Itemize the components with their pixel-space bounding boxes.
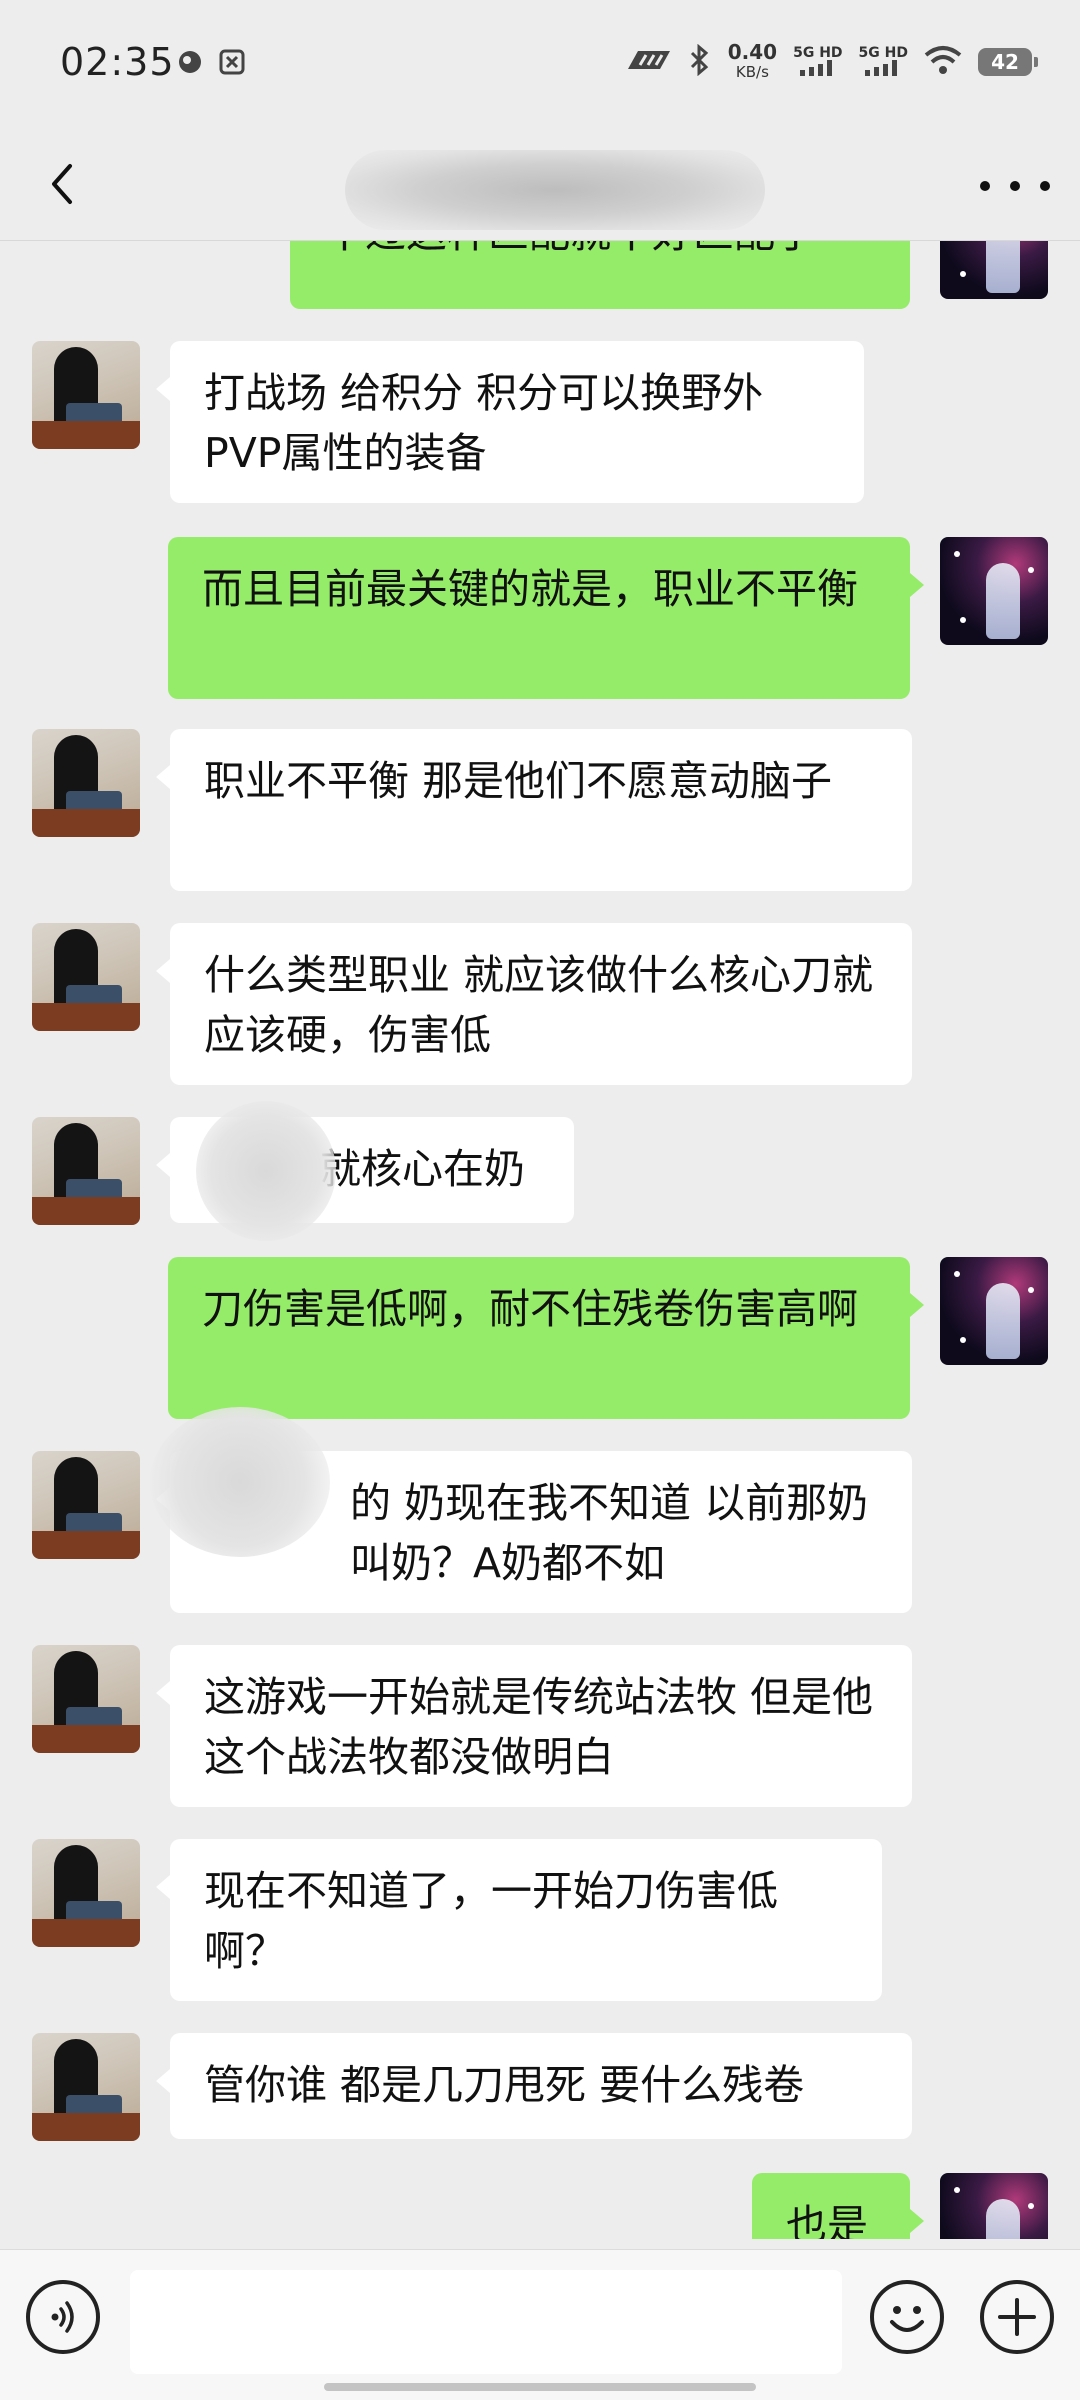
contact-avatar[interactable] [32,341,140,449]
more-dot [1010,181,1020,191]
contact-avatar[interactable] [32,729,140,837]
received-bubble[interactable]: 职业不平衡 那是他们不愿意动脑子 [156,729,912,891]
sent-bubble[interactable]: 不过这种匹配就不好匹配了 [290,241,910,309]
more-button[interactable] [980,158,1050,214]
received-bubble[interactable]: 这游戏一开始就是传统站法牧 但是他这个战法牧都没做明白 [156,1645,912,1807]
contact-avatar[interactable] [32,1451,140,1559]
signal-sim1: 5G HD [793,46,843,79]
redaction-blur [150,1407,330,1557]
sent-bubble[interactable]: 而且目前最关键的就是，职业不平衡 [168,537,924,699]
message-list[interactable]: 不过这种匹配就不好匹配了 打战场 给积分 积分可以换野外PVP属性的装备 而且目… [0,241,1080,2239]
status-time: 02:35 [60,40,175,84]
contact-avatar[interactable] [32,1117,140,1225]
network-speed: 0.40 KB/s [727,40,778,81]
nfc-icon [626,47,672,77]
more-dot [1040,181,1050,191]
app-notification-icon [218,48,246,76]
back-button[interactable] [36,154,96,214]
chat-title[interactable] [345,150,765,230]
plus-button[interactable] [980,2280,1054,2354]
wifi-icon [924,45,962,79]
voice-button[interactable] [26,2280,100,2354]
notification-icon [176,48,204,76]
sent-bubble[interactable]: 也是 [752,2173,924,2239]
status-bar: 02:35 0.40 KB/s 5G HD 5G HD 42 [0,0,1080,130]
received-bubble[interactable]: 管你谁 都是几刀甩死 要什么残卷 [156,2033,912,2139]
my-avatar[interactable] [940,1257,1048,1365]
chat-header [0,130,1080,241]
received-bubble[interactable]: 什么类型职业 就应该做什么核心刀就应该硬，伤害低 [156,923,912,1085]
battery-indicator: 42 [978,48,1038,76]
my-avatar[interactable] [940,2173,1048,2239]
contact-avatar[interactable] [32,2033,140,2141]
voice-icon [51,2301,74,2333]
contact-avatar[interactable] [32,1645,140,1753]
bluetooth-icon [688,43,712,80]
my-avatar[interactable] [940,241,1048,299]
emoji-button[interactable] [870,2280,944,2354]
contact-avatar[interactable] [32,1839,140,1947]
more-dot [980,181,990,191]
message-input[interactable] [130,2270,842,2374]
emoji-icon [890,2306,924,2332]
signal-sim2: 5G HD [859,46,908,79]
sent-bubble[interactable]: 刀伤害是低啊，耐不住残卷伤害高啊 [168,1257,924,1419]
contact-avatar[interactable] [32,923,140,1031]
input-bar [0,2249,1080,2400]
received-bubble[interactable]: 现在不知道了，一开始刀伤害低啊？ [156,1839,882,2001]
chevron-left-icon [52,164,72,204]
received-bubble[interactable]: 打战场 给积分 积分可以换野外PVP属性的装备 [156,341,864,503]
plus-icon [998,2298,1036,2336]
chat-screen: 02:35 0.40 KB/s 5G HD 5G HD 42 打战场 给积分 积… [0,0,1080,2400]
my-avatar[interactable] [940,537,1048,645]
redaction-blur [196,1101,336,1241]
home-indicator[interactable] [324,2383,756,2391]
